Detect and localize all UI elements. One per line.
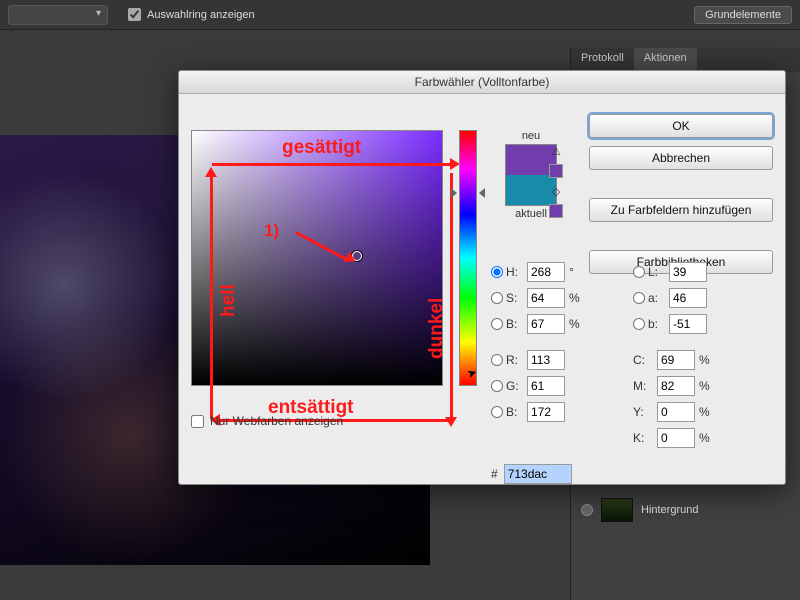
h-radio[interactable]	[491, 266, 503, 278]
web-colors-checkbox[interactable]: Nur Webfarben anzeigen	[191, 414, 343, 428]
b-hsb-input[interactable]	[527, 314, 565, 334]
anno-light: hell	[218, 284, 240, 317]
hex-row: #	[491, 464, 572, 484]
h-radio-label[interactable]: H:	[491, 265, 523, 279]
a-radio-label[interactable]: a:	[633, 291, 665, 305]
hex-label: #	[491, 467, 498, 481]
s-radio[interactable]	[491, 292, 503, 304]
k-label: K:	[633, 431, 653, 445]
y-label: Y:	[633, 405, 653, 419]
tab-protokoll[interactable]: Protokoll	[571, 48, 634, 72]
a-input[interactable]	[669, 288, 707, 308]
a-radio[interactable]	[633, 292, 645, 304]
c-input[interactable]	[657, 350, 695, 370]
s-input[interactable]	[527, 288, 565, 308]
hue-slider[interactable]	[459, 130, 477, 386]
b-lab-radio[interactable]	[633, 318, 645, 330]
dialog-buttons: OK Abbrechen Zu Farbfeldern hinzufügen F…	[589, 114, 773, 274]
cancel-button[interactable]: Abbrechen	[589, 146, 773, 170]
anno-arrow-top	[212, 163, 452, 166]
s-radio-label[interactable]: S:	[491, 291, 523, 305]
cube-icon[interactable]: ◇	[549, 184, 563, 198]
options-bar: Auswahlring anzeigen Grundelemente	[0, 0, 800, 30]
anno-marker-1: 1)	[264, 221, 279, 241]
anno-arrowhead-left	[205, 167, 217, 177]
selection-ring-label: Auswahlring anzeigen	[147, 9, 255, 21]
value-columns: H:° S:% B:% R: G: B: L: a: b: C:% M:% Y:…	[491, 262, 725, 448]
l-radio-label[interactable]: L:	[633, 265, 665, 279]
anno-arrow-left	[210, 175, 213, 419]
hue-indicator-left	[451, 188, 457, 198]
k-input[interactable]	[657, 428, 695, 448]
layer-thumb	[601, 498, 633, 522]
l-radio[interactable]	[633, 266, 645, 278]
tab-aktionen[interactable]: Aktionen	[634, 48, 697, 72]
b-rgb-input[interactable]	[527, 402, 565, 422]
selection-ring-checkbox[interactable]: Auswahlring anzeigen	[128, 8, 255, 21]
dialog-title: Farbwähler (Volltonfarbe)	[179, 71, 785, 94]
selection-ring-input[interactable]	[128, 8, 141, 21]
hex-input[interactable]	[504, 464, 572, 484]
panel-tabs: Protokoll Aktionen	[571, 48, 800, 72]
web-colors-input[interactable]	[191, 415, 204, 428]
add-swatch-button[interactable]: Zu Farbfeldern hinzufügen	[589, 198, 773, 222]
b-rgb-radio-label[interactable]: B:	[491, 405, 523, 419]
r-radio-label[interactable]: R:	[491, 353, 523, 367]
g-radio[interactable]	[491, 380, 503, 392]
saturation-value-field[interactable]: gesättigt entsättigt hell dunkel 1)	[191, 130, 443, 386]
options-dropdown[interactable]	[8, 5, 108, 25]
h-input[interactable]	[527, 262, 565, 282]
anno-arrowhead-right	[445, 417, 457, 427]
layer-row[interactable]: Hintergrund	[571, 492, 800, 528]
swatch-new-label: neu	[491, 130, 571, 142]
gamut-swatch-2[interactable]	[549, 204, 563, 218]
b-hsb-radio[interactable]	[491, 318, 503, 330]
gamut-warning-icon[interactable]: ⚠	[549, 144, 563, 158]
visibility-icon[interactable]	[581, 504, 593, 516]
y-input[interactable]	[657, 402, 695, 422]
web-colors-label: Nur Webfarben anzeigen	[210, 414, 343, 428]
l-input[interactable]	[669, 262, 707, 282]
anno-dark: dunkel	[426, 298, 448, 359]
essentials-button[interactable]: Grundelemente	[694, 6, 792, 24]
m-input[interactable]	[657, 376, 695, 396]
r-radio[interactable]	[491, 354, 503, 366]
hue-indicator-right	[479, 188, 485, 198]
b-rgb-radio[interactable]	[491, 406, 503, 418]
b-lab-radio-label[interactable]: b:	[633, 317, 665, 331]
ok-button[interactable]: OK	[589, 114, 773, 138]
layer-name: Hintergrund	[641, 504, 698, 516]
color-picker-dialog: Farbwähler (Volltonfarbe) gesättigt ents…	[178, 70, 786, 485]
g-input[interactable]	[527, 376, 565, 396]
anno-saturated: gesättigt	[282, 137, 361, 159]
anno-arrow-right	[450, 173, 453, 419]
m-label: M:	[633, 379, 653, 393]
c-label: C:	[633, 353, 653, 367]
g-radio-label[interactable]: G:	[491, 379, 523, 393]
r-input[interactable]	[527, 350, 565, 370]
b-hsb-radio-label[interactable]: B:	[491, 317, 523, 331]
anno-arrow-diag	[295, 231, 349, 262]
b-lab-input[interactable]	[669, 314, 707, 334]
gamut-swatch-1[interactable]	[549, 164, 563, 178]
